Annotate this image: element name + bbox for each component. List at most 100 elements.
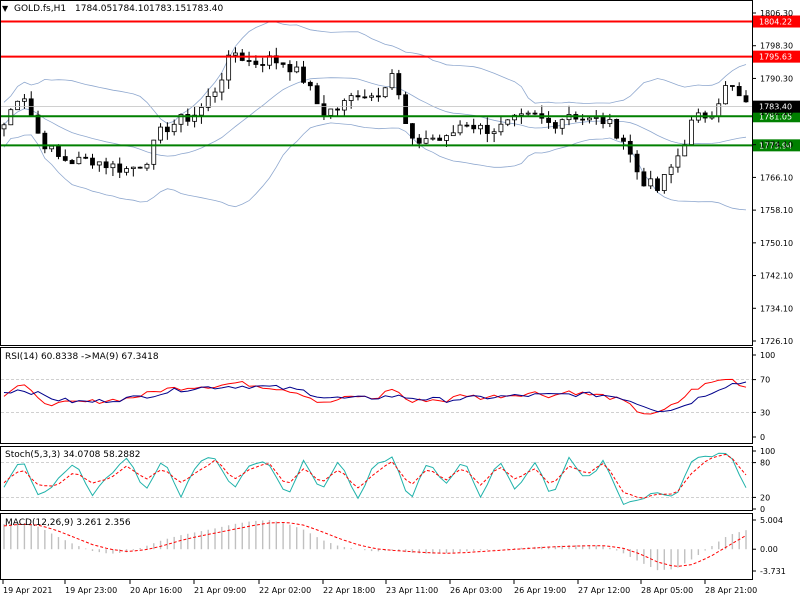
time-tick-label: 21 Apr 09:00 [194,586,246,595]
candle-body [171,123,177,133]
candle-body [307,81,313,87]
candle-body [335,108,340,111]
candle-body [287,64,293,73]
stoch-axis-tick-label: 100 [760,447,775,456]
candle-body [621,137,626,142]
candle-body [559,119,565,129]
time-tick-label: 19 Apr 23:00 [65,586,117,595]
candle-body [76,156,82,165]
price-tick-label: 1750.10 [760,239,793,248]
candle-body [355,95,361,98]
time-tick-label: 22 Apr 02:00 [259,586,311,595]
symbol-label: GOLD.fs,H1 [14,4,66,14]
candle-body [110,163,116,169]
candle-body [444,135,449,141]
candle-body [580,118,586,121]
candle-body [450,132,456,137]
candle-body [410,123,415,139]
candle-body [498,123,504,133]
macd-axis-tick-label: 5.004 [760,516,783,525]
candle-body [144,163,150,169]
candle-body [478,124,483,130]
candle-body [546,117,551,123]
candle-body [137,166,143,169]
candle-body [518,113,524,116]
time-tick-label: 26 Apr 03:00 [450,586,502,595]
price-tick-label: 1758.10 [760,206,793,215]
candle-body [376,95,381,98]
candle-body [83,156,89,159]
price-tick-label: 1806.30 [760,9,793,18]
candle-body [552,122,558,129]
candle-body [226,54,232,81]
candle-body [301,66,306,83]
time-tick-label: 27 Apr 12:00 [578,586,630,595]
candle-body [294,66,300,73]
price-tick-label: 1726.10 [760,337,793,346]
candle-body [164,126,170,133]
candle-body [49,145,55,150]
candle-body [246,60,252,62]
candle-body [260,64,266,66]
candle-body [158,126,163,141]
candle-body [90,157,95,166]
candle-body [525,112,531,115]
candle-body [233,52,238,56]
candle-body [103,161,109,169]
trading-chart[interactable]: 1804.221795.631781.051773.941783.40 1007… [0,0,800,600]
stoch-axis-tick-label: 80 [760,459,770,468]
candle-body [587,117,592,121]
candle-body [382,87,388,98]
rsi-label: RSI(14) 60.8338 ->MA(9) 67.3418 [5,352,159,362]
candle-body [614,118,620,139]
candle-body [35,114,41,134]
candle-body [648,178,654,187]
price-tick-label: 1774.10 [760,141,793,150]
candle-body [22,98,27,102]
candle-body [655,178,660,191]
price-tick-label: 1782.10 [760,108,793,117]
candle-body [369,95,374,98]
candle-body [205,95,211,108]
rsi-axis-tick-label: 100 [760,351,775,360]
candle-body [69,160,75,165]
candle-body [675,155,681,168]
time-tick-label: 19 Apr 2021 [3,586,52,595]
candle-body [151,139,157,165]
candle-body [423,138,429,144]
time-tick-label: 28 Apr 05:00 [641,586,693,595]
candle-body [117,163,123,173]
time-tick-label: 28 Apr 21:00 [705,586,757,595]
candle-body [389,73,395,89]
candle-body [314,85,320,105]
candle-body [130,166,136,169]
candle-body [56,145,61,157]
macd-axis-tick-label: 0.00 [760,545,778,554]
time-tick-label: 23 Apr 11:00 [386,586,438,595]
candle-body [328,108,334,116]
candle-body [593,117,599,119]
stoch-axis-tick-label: 20 [760,493,770,502]
candle-body [42,132,48,150]
level-tag-text-1795.63: 1795.63 [759,53,792,62]
candle-body [723,85,728,105]
stoch-label: Stoch(5,3,3) 34.0708 58.2882 [5,450,140,460]
candle-body [280,62,286,65]
candle-body [729,85,735,87]
candle-body [348,95,354,101]
candle-body [1,124,7,130]
candle-body [464,124,470,127]
ohlc-low: 1783.15 [149,4,186,14]
rsi-axis-tick-label: 30 [760,408,770,417]
candle-body [716,103,722,117]
collapse-icon[interactable]: ▼ [2,4,9,13]
candle-body [689,119,694,146]
time-tick-label: 26 Apr 19:00 [514,586,566,595]
candle-body [362,96,368,99]
time-tick-label: 20 Apr 16:00 [130,586,182,595]
candle-body [321,103,327,116]
time-tick-label: 22 Apr 18:00 [323,586,375,595]
candle-body [532,112,538,115]
candle-body [491,131,497,134]
candle-body [416,137,422,144]
